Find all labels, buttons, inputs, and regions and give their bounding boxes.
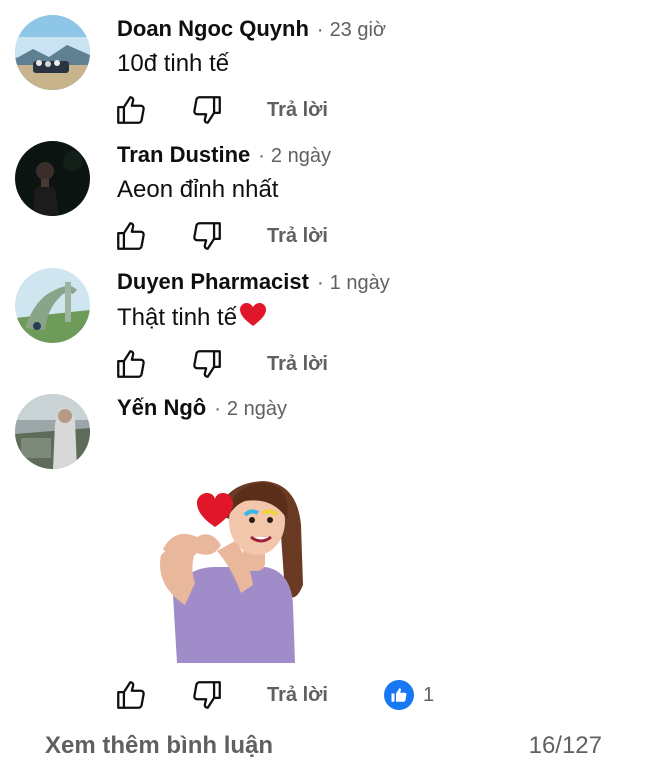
thumbs-up-icon[interactable] bbox=[114, 347, 148, 381]
comment-header: Yến Ngô · 2 ngày bbox=[117, 394, 287, 423]
comment-text: Aeon đỉnh nhất bbox=[117, 176, 279, 203]
comment-header: Duyen Pharmacist · 1 ngày bbox=[117, 268, 390, 297]
reply-button[interactable]: Trả lời bbox=[267, 96, 328, 124]
thumbs-down-icon[interactable] bbox=[190, 93, 224, 127]
like-count: 1 bbox=[423, 683, 435, 706]
comment-item: Doan Ngoc Quynh · 23 giờ 10đ tinh tế Trả l… bbox=[0, 15, 660, 125]
comment-count: 16/127 bbox=[528, 732, 602, 759]
red-heart-icon bbox=[239, 302, 267, 336]
comment-time: 1 ngày bbox=[329, 272, 390, 294]
separator-dot: · bbox=[258, 145, 265, 167]
separator-dot: · bbox=[316, 19, 324, 41]
thumbs-up-icon[interactable] bbox=[114, 93, 148, 127]
comment-text-content: Thật tinh tế bbox=[117, 304, 238, 331]
avatar[interactable] bbox=[15, 141, 90, 216]
comment-item: Tran Dustine · 2 ngày Aeon đỉnh nhất Trả l… bbox=[0, 141, 660, 251]
comment-actions: Trả lời 1 bbox=[114, 678, 634, 712]
avatar[interactable] bbox=[15, 394, 90, 469]
comments-footer: Xem thêm bình luận 16/127 bbox=[0, 730, 660, 766]
comment-text: Thật tinh tế bbox=[117, 302, 267, 336]
separator-dot: · bbox=[316, 272, 324, 294]
comment-author[interactable]: Duyen Pharmacist bbox=[117, 269, 309, 294]
comment-time: 2 ngày bbox=[270, 145, 331, 167]
comment-item: Yến Ngô · 2 ngày Trả lời 1 bbox=[0, 394, 660, 719]
comment-author[interactable]: Doan Ngoc Quynh bbox=[117, 16, 309, 41]
avatar-heart-sticker[interactable] bbox=[145, 475, 305, 663]
comment-actions: Trả lời bbox=[114, 347, 634, 381]
thumbs-down-icon[interactable] bbox=[190, 678, 224, 712]
load-more-comments-link[interactable]: Xem thêm bình luận bbox=[45, 732, 273, 760]
comment-author[interactable]: Yến Ngô bbox=[117, 395, 206, 420]
comment-author[interactable]: Tran Dustine bbox=[117, 142, 250, 167]
comment-time: 23 giờ bbox=[329, 19, 387, 41]
comment-actions: Trả lời bbox=[114, 93, 634, 127]
thumbs-up-icon[interactable] bbox=[114, 219, 148, 253]
comment-actions: Trả lời bbox=[114, 219, 634, 253]
thumbs-up-icon[interactable] bbox=[114, 678, 148, 712]
like-reaction[interactable]: 1 bbox=[384, 678, 434, 712]
separator-dot: · bbox=[214, 398, 221, 420]
reply-button[interactable]: Trả lời bbox=[267, 350, 328, 378]
comment-text: 10đ tinh tế bbox=[117, 50, 230, 77]
comment-time: 2 ngày bbox=[226, 398, 287, 420]
comment-item: Duyen Pharmacist · 1 ngày Thật tinh tế Trả… bbox=[0, 268, 660, 378]
avatar[interactable] bbox=[15, 15, 90, 90]
thumbs-down-icon[interactable] bbox=[190, 219, 224, 253]
reply-button[interactable]: Trả lời bbox=[267, 222, 328, 250]
reply-button[interactable]: Trả lời bbox=[267, 681, 328, 709]
like-reaction-icon bbox=[384, 680, 414, 710]
comment-header: Doan Ngoc Quynh · 23 giờ bbox=[117, 15, 386, 44]
comment-header: Tran Dustine · 2 ngày bbox=[117, 141, 331, 170]
avatar[interactable] bbox=[15, 268, 90, 343]
thumbs-down-icon[interactable] bbox=[190, 347, 224, 381]
